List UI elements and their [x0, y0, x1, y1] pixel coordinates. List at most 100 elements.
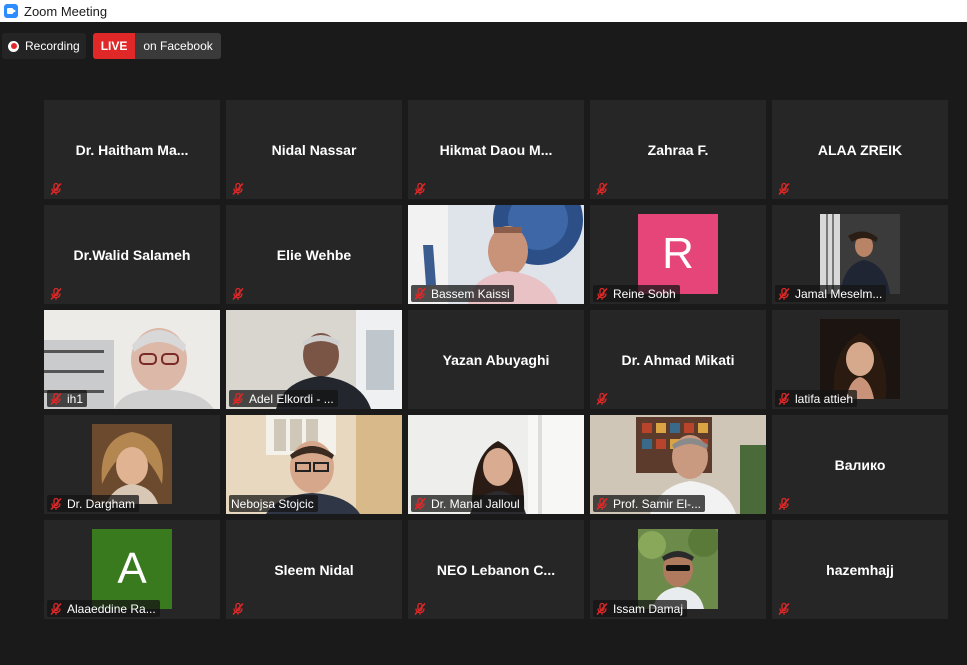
participant-tile[interactable]: Dr. Haitham Ma...: [44, 100, 220, 199]
participant-tile[interactable]: Dr. Dargham: [44, 415, 220, 514]
profile-photo: [820, 214, 900, 294]
participant-label: [47, 180, 71, 197]
participant-tile[interactable]: hazemhajj: [772, 520, 948, 619]
mic-muted-icon: [595, 287, 609, 301]
mic-muted-icon: [777, 392, 791, 406]
participant-tile[interactable]: Zahraa F.: [590, 100, 766, 199]
participant-label: [229, 180, 253, 197]
participant-tile[interactable]: Валико: [772, 415, 948, 514]
participant-name: Dr. Haitham Ma...: [75, 141, 189, 158]
participant-label: ih1: [47, 390, 88, 407]
participant-grid: Dr. Haitham Ma... Nidal Nassar Hikmat Da…: [44, 100, 949, 620]
participant-label: Dr. Manal Jalloul: [411, 495, 524, 512]
participant-name: Zahraa F.: [647, 141, 709, 158]
participant-label: Reine Sobh: [593, 285, 680, 302]
mic-muted-icon: [413, 497, 427, 511]
participant-label: [775, 180, 799, 197]
participant-tile[interactable]: Adel Elkordi - ...: [226, 310, 402, 409]
participant-tile[interactable]: Dr. Manal Jalloul: [408, 415, 584, 514]
participant-label: Jamal Meselm...: [775, 285, 887, 302]
mic-muted-icon: [777, 602, 791, 616]
participant-tile[interactable]: Nidal Nassar: [226, 100, 402, 199]
participant-label: [775, 600, 799, 617]
participant-label: [47, 285, 71, 302]
participant-tile[interactable]: Hikmat Daou M...: [408, 100, 584, 199]
participant-name: Hikmat Daou M...: [439, 141, 553, 158]
participant-tile-active-speaker[interactable]: Nebojsa Stojcic: [226, 415, 402, 514]
window-title: Zoom Meeting: [24, 3, 108, 19]
participant-tile[interactable]: Bassem Kaissi: [408, 205, 584, 304]
status-bar: Recording LIVE on Facebook: [2, 33, 221, 59]
participant-tile[interactable]: R Reine Sobh: [590, 205, 766, 304]
participant-name: Elie Wehbe: [276, 246, 352, 263]
mic-muted-icon: [777, 497, 791, 511]
participant-name: hazemhajj: [826, 561, 894, 578]
participant-label: latifa attieh: [775, 390, 858, 407]
participant-tile[interactable]: Jamal Meselm...: [772, 205, 948, 304]
participant-tile[interactable]: Issam Damaj: [590, 520, 766, 619]
participant-label: [411, 180, 435, 197]
mic-muted-icon: [413, 287, 427, 301]
participant-name: ALAA ZREIK: [817, 141, 903, 158]
mic-muted-icon: [49, 392, 63, 406]
participant-tile[interactable]: ih1: [44, 310, 220, 409]
participant-tile[interactable]: Prof. Samir El-...: [590, 415, 766, 514]
avatar: A: [92, 529, 172, 609]
participant-name: Dr.Walid Salameh: [73, 246, 191, 263]
live-destination: on Facebook: [143, 39, 213, 53]
participant-label: Nebojsa Stojcic: [229, 495, 318, 512]
participant-tile[interactable]: Yazan Abuyaghi: [408, 310, 584, 409]
participant-tile[interactable]: Elie Wehbe: [226, 205, 402, 304]
mic-muted-icon: [413, 182, 427, 196]
participant-name: Sleem Nidal: [274, 561, 354, 578]
participant-tile[interactable]: ALAA ZREIK: [772, 100, 948, 199]
participant-label: Dr. Dargham: [47, 495, 140, 512]
record-icon: [8, 40, 19, 52]
participant-label: [411, 600, 435, 617]
participant-label: Adel Elkordi - ...: [229, 390, 338, 407]
participant-name: Yazan Abuyaghi: [442, 351, 550, 368]
mic-muted-icon: [595, 392, 609, 406]
mic-muted-icon: [49, 497, 63, 511]
mic-muted-icon: [231, 287, 245, 301]
participant-label: [593, 180, 617, 197]
participant-name: Dr. Ahmad Mikati: [621, 351, 735, 368]
mic-muted-icon: [595, 602, 609, 616]
mic-muted-icon: [231, 182, 245, 196]
participant-name: Валико: [834, 456, 886, 473]
mic-muted-icon: [231, 392, 245, 406]
participant-name: NEO Lebanon C...: [436, 561, 556, 578]
participant-label: Alaaeddine Ra...: [47, 600, 160, 617]
recording-label: Recording: [25, 39, 80, 53]
mic-muted-icon: [49, 287, 63, 301]
participant-label: Bassem Kaissi: [411, 285, 514, 302]
recording-indicator[interactable]: Recording: [2, 33, 86, 59]
mic-muted-icon: [595, 497, 609, 511]
participant-label: [593, 390, 617, 407]
live-badge: LIVE: [92, 33, 136, 59]
participant-tile[interactable]: Dr.Walid Salameh: [44, 205, 220, 304]
participant-label: [229, 285, 253, 302]
avatar: R: [638, 214, 718, 294]
mic-muted-icon: [231, 602, 245, 616]
meeting-view: Recording LIVE on Facebook Dr. Haitham M…: [0, 22, 967, 665]
participant-label: [775, 495, 799, 512]
profile-photo: [92, 424, 172, 504]
mic-muted-icon: [49, 182, 63, 196]
mic-muted-icon: [595, 182, 609, 196]
zoom-logo-icon: [4, 4, 18, 18]
participant-label: [229, 600, 253, 617]
participant-name: Nidal Nassar: [271, 141, 357, 158]
participant-tile[interactable]: Dr. Ahmad Mikati: [590, 310, 766, 409]
participant-tile[interactable]: A Alaaeddine Ra...: [44, 520, 220, 619]
mic-muted-icon: [777, 287, 791, 301]
title-bar: Zoom Meeting: [0, 0, 967, 22]
mic-muted-icon: [49, 602, 63, 616]
participant-tile[interactable]: Sleem Nidal: [226, 520, 402, 619]
profile-photo: [638, 529, 718, 609]
mic-muted-icon: [777, 182, 791, 196]
participant-label: Prof. Samir El-...: [593, 495, 706, 512]
live-stream-indicator[interactable]: LIVE on Facebook: [92, 33, 221, 59]
participant-tile[interactable]: NEO Lebanon C...: [408, 520, 584, 619]
participant-tile[interactable]: latifa attieh: [772, 310, 948, 409]
